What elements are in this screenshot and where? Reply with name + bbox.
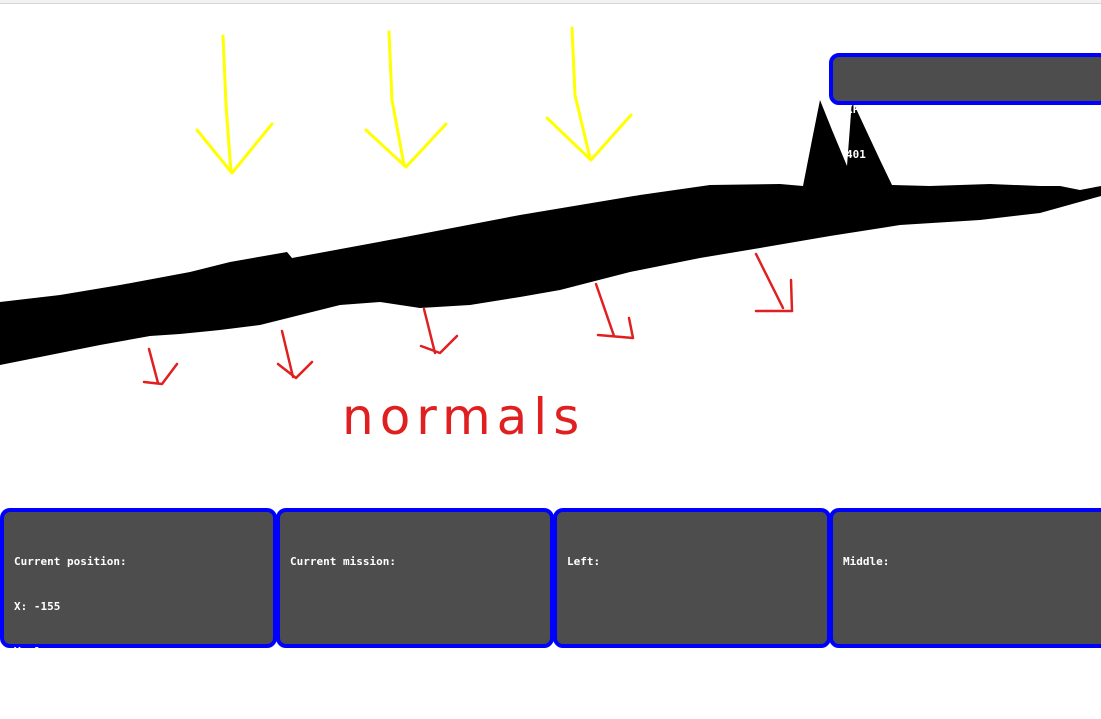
position-panel: Current position: X: -155 Y: 1 Z: -114 bbox=[0, 508, 277, 703]
middle-panel: Middle: bbox=[829, 508, 1101, 648]
mission-panel: Current mission: bbox=[276, 508, 554, 648]
xp-panel: XP: 401 bbox=[829, 53, 1101, 161]
position-z: Z: -114 bbox=[14, 690, 61, 703]
left-label: Left: bbox=[567, 555, 601, 568]
mission-label: Current mission: bbox=[290, 555, 396, 568]
normals-annotation: normals bbox=[342, 388, 585, 446]
position-label: Current position: bbox=[14, 555, 127, 568]
position-x: X: -155 bbox=[14, 600, 61, 613]
xp-label: XP: bbox=[846, 103, 866, 116]
left-panel: Left: bbox=[553, 508, 831, 648]
xp-value: 401 bbox=[846, 148, 866, 161]
light-direction-arrows bbox=[195, 26, 633, 175]
middle-label: Middle: bbox=[843, 555, 890, 568]
position-y: Y: 1 bbox=[14, 645, 41, 658]
